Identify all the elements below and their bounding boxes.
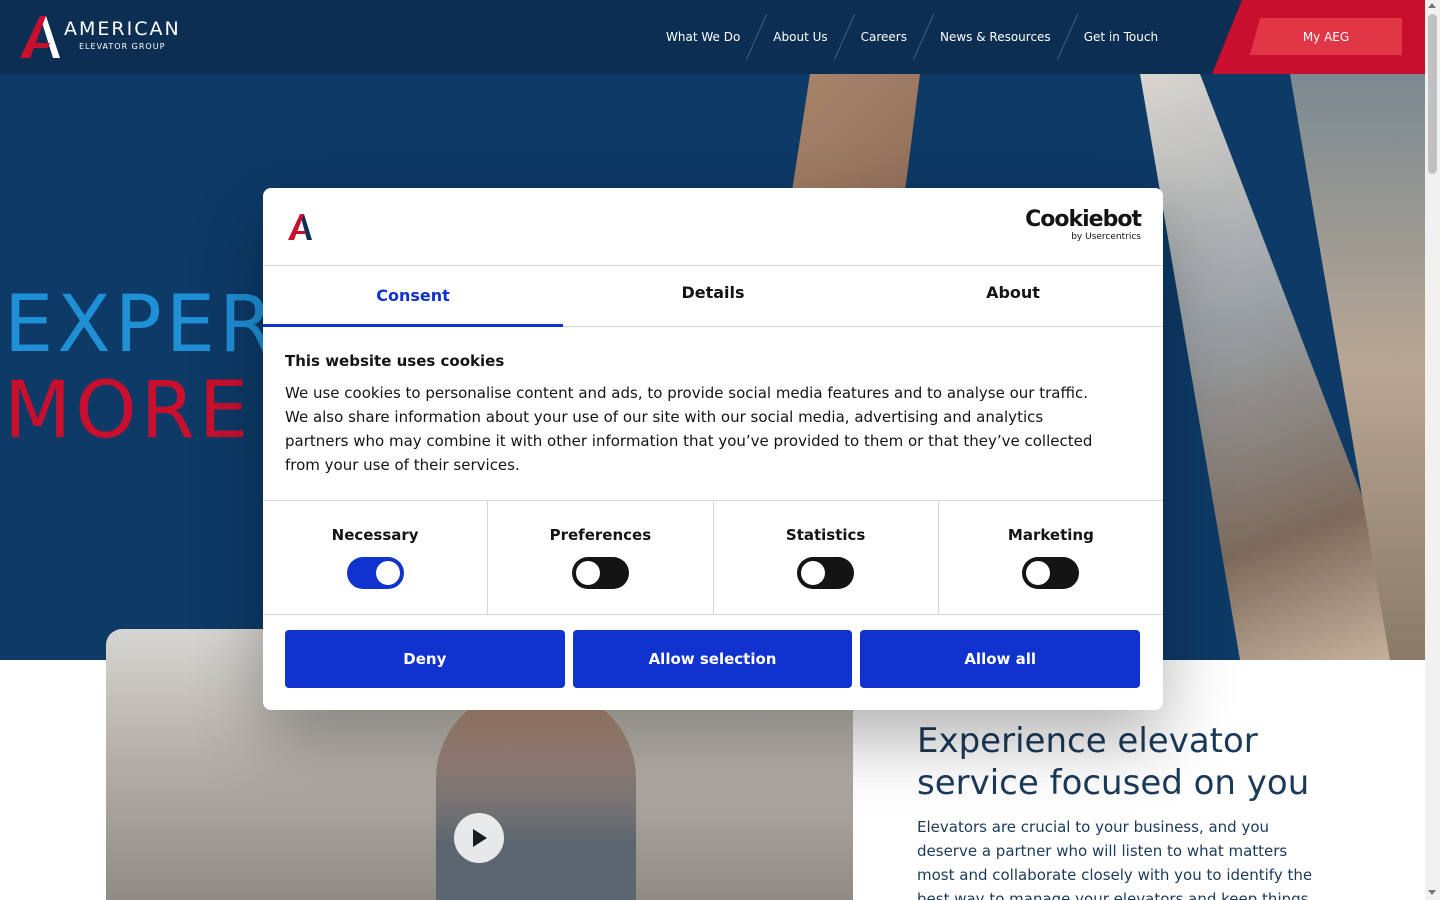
site-header: AMERICAN ELEVATOR GROUP What We Do About… [0, 0, 1425, 74]
logo-a-icon [20, 16, 60, 58]
toggle-label: Marketing [1007, 526, 1094, 544]
hero-headline-line1: EXPER [4, 280, 278, 370]
dialog-description: We use cookies to personalise content an… [285, 384, 1093, 474]
toggle-group-marketing: Marketing [939, 501, 1163, 614]
play-button[interactable] [454, 813, 504, 863]
tab-details[interactable]: Details [563, 266, 863, 326]
scroll-thumb[interactable] [1428, 14, 1437, 174]
toggle-knob [375, 561, 400, 585]
scroll-down-arrow-icon[interactable] [1428, 890, 1436, 895]
play-icon [473, 829, 487, 847]
tab-consent[interactable]: Consent [263, 266, 563, 327]
logo-subtitle: ELEVATOR GROUP [79, 42, 166, 51]
necessary-toggle[interactable] [346, 557, 404, 589]
tab-about[interactable]: About [863, 266, 1163, 326]
my-aeg-button[interactable]: My AEG [1250, 18, 1402, 55]
nav-get-in-touch[interactable]: Get in Touch [1068, 30, 1174, 44]
consent-toggles: Necessary Preferences Statistics Marketi… [263, 500, 1163, 615]
toggle-label: Preferences [549, 526, 652, 544]
deny-button[interactable]: Deny [285, 630, 565, 688]
hero-headline-line2: MORE [4, 366, 253, 456]
dialog-tabs: Consent Details About [263, 266, 1163, 327]
toggle-group-statistics: Statistics [714, 501, 939, 614]
scroll-up-arrow-icon[interactable] [1428, 3, 1436, 8]
marketing-toggle[interactable] [1022, 557, 1080, 589]
main-nav: What We Do About Us Careers News & Resou… [650, 14, 1174, 60]
company-logo-icon [288, 214, 312, 240]
page-scrollbar[interactable] [1425, 0, 1440, 900]
toggle-label: Necessary [331, 526, 419, 544]
dialog-actions: Deny Allow selection Allow all [285, 630, 1141, 688]
cookie-consent-dialog: Cookiebot by Usercentrics Consent Detail… [263, 188, 1163, 710]
nav-about-us[interactable]: About Us [757, 30, 843, 44]
toggle-knob [801, 561, 826, 585]
allow-all-button[interactable]: Allow all [860, 630, 1141, 688]
promo-heading: Experience elevator service focused on y… [917, 721, 1310, 803]
nav-news-resources[interactable]: News & Resources [924, 30, 1067, 44]
nav-what-we-do[interactable]: What We Do [650, 30, 756, 44]
video-presenter [436, 689, 636, 900]
dialog-title: This website uses cookies [285, 352, 505, 370]
cookiebot-byline: by Usercentrics [1071, 232, 1141, 242]
preferences-toggle[interactable] [571, 557, 629, 589]
cookiebot-name: Cookiebot [1025, 207, 1142, 232]
toggle-knob [575, 561, 600, 585]
logo-wordmark: AMERICAN [64, 18, 181, 40]
toggle-group-necessary: Necessary [263, 501, 489, 614]
dialog-header: Cookiebot by Usercentrics [263, 188, 1163, 266]
toggle-label: Statistics [785, 526, 866, 544]
nav-careers[interactable]: Careers [845, 30, 923, 44]
site-logo[interactable]: AMERICAN ELEVATOR GROUP [20, 14, 190, 60]
toggle-knob [1026, 561, 1051, 585]
toggle-group-preferences: Preferences [488, 501, 714, 614]
allow-selection-button[interactable]: Allow selection [572, 630, 853, 688]
statistics-toggle[interactable] [797, 557, 855, 589]
cookiebot-logo[interactable]: Cookiebot by Usercentrics [1025, 207, 1142, 243]
promo-paragraph: Elevators are crucial to your business, … [917, 818, 1313, 900]
